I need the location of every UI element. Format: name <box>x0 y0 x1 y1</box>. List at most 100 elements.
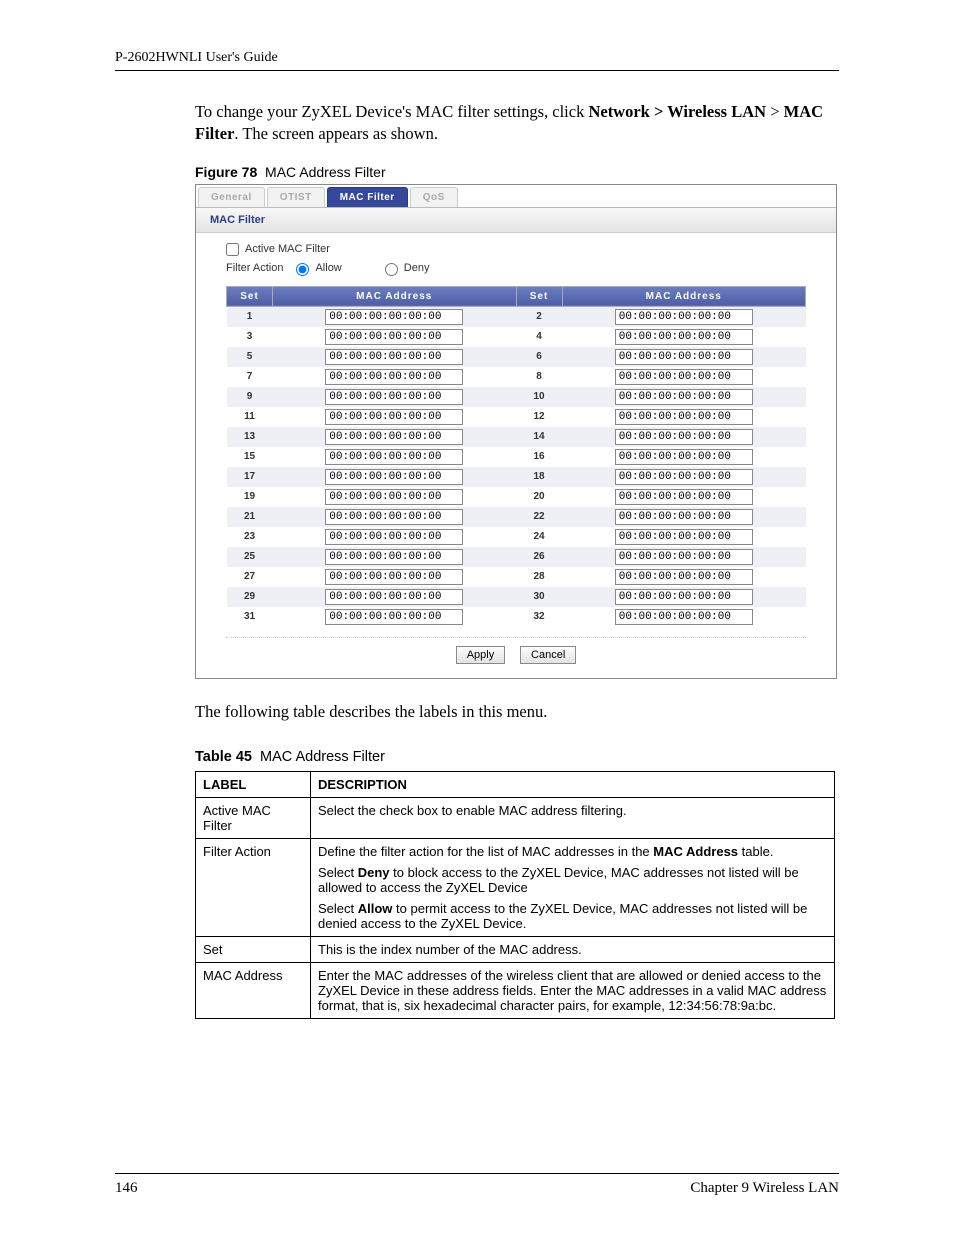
mac-input-7[interactable] <box>325 369 463 385</box>
set-index: 2 <box>516 306 562 327</box>
desc-label: Filter Action <box>196 838 311 936</box>
figure-number: Figure 78 <box>195 164 257 180</box>
mac-input-17[interactable] <box>325 469 463 485</box>
tab-mac-filter[interactable]: MAC Filter <box>327 187 408 207</box>
mac-input-2[interactable] <box>615 309 753 325</box>
mac-input-30[interactable] <box>615 589 753 605</box>
mac-input-18[interactable] <box>615 469 753 485</box>
filter-action-allow-radio[interactable] <box>296 263 309 276</box>
router-ui-frame: GeneralOTISTMAC FilterQoS MAC Filter Act… <box>195 184 837 679</box>
desc-label: Set <box>196 936 311 962</box>
set-index: 4 <box>516 327 562 347</box>
mac-input-27[interactable] <box>325 569 463 585</box>
intro-mid: > <box>766 102 784 121</box>
mac-input-19[interactable] <box>325 489 463 505</box>
mac-address-table: Set MAC Address Set MAC Address 12345678… <box>226 286 806 627</box>
intro-suffix: . The screen appears as shown. <box>234 124 438 143</box>
filter-action-deny-label: Deny <box>404 262 430 274</box>
mac-input-9[interactable] <box>325 389 463 405</box>
set-index: 15 <box>227 447 273 467</box>
mac-input-4[interactable] <box>615 329 753 345</box>
mac-input-11[interactable] <box>325 409 463 425</box>
mac-input-16[interactable] <box>615 449 753 465</box>
chapter-label: Chapter 9 Wireless LAN <box>690 1180 839 1197</box>
desc-row: SetThis is the index number of the MAC a… <box>196 936 835 962</box>
figure-title: MAC Address Filter <box>265 164 386 180</box>
mac-input-24[interactable] <box>615 529 753 545</box>
set-index: 29 <box>227 587 273 607</box>
page-header: P-2602HWNLI User's Guide <box>115 50 839 71</box>
set-index: 23 <box>227 527 273 547</box>
intro-path1: Network > Wireless LAN <box>588 102 766 121</box>
filter-action-deny-radio[interactable] <box>385 263 398 276</box>
mac-input-1[interactable] <box>325 309 463 325</box>
cancel-button[interactable]: Cancel <box>520 646 576 664</box>
mac-row: 56 <box>227 347 806 367</box>
set-index: 11 <box>227 407 273 427</box>
mac-row: 1516 <box>227 447 806 467</box>
mac-input-22[interactable] <box>615 509 753 525</box>
mac-input-31[interactable] <box>325 609 463 625</box>
mac-input-13[interactable] <box>325 429 463 445</box>
mac-row: 25 26 <box>227 547 806 567</box>
mac-input-15[interactable] <box>325 449 463 465</box>
desc-text: This is the index number of the MAC addr… <box>311 936 835 962</box>
tab-otist[interactable]: OTIST <box>267 187 325 207</box>
intro-prefix: To change your ZyXEL Device's MAC filter… <box>195 102 588 121</box>
mac-input-20[interactable] <box>615 489 753 505</box>
set-index: 18 <box>516 467 562 487</box>
desc-label: Active MAC Filter <box>196 797 311 838</box>
mac-row: 1718 <box>227 467 806 487</box>
set-index: 7 <box>227 367 273 387</box>
mac-input-6[interactable] <box>615 349 753 365</box>
page-number: 146 <box>115 1180 138 1197</box>
set-index: 10 <box>516 387 562 407</box>
set-index: 31 <box>227 607 273 627</box>
mac-input-23[interactable] <box>325 529 463 545</box>
mac-row: 1112 <box>227 407 806 427</box>
set-index: 24 <box>516 527 562 547</box>
mac-input-26[interactable] <box>615 549 753 565</box>
mac-input-8[interactable] <box>615 369 753 385</box>
active-mac-filter-checkbox[interactable] <box>226 243 239 256</box>
figure-caption: Figure 78 MAC Address Filter <box>195 164 839 180</box>
set-index: 28 <box>516 567 562 587</box>
after-figure-paragraph: The following table describes the labels… <box>195 701 839 723</box>
mac-input-12[interactable] <box>615 409 753 425</box>
mac-input-10[interactable] <box>615 389 753 405</box>
filter-action-allow-label: Allow <box>315 262 341 274</box>
set-index: 22 <box>516 507 562 527</box>
mac-input-14[interactable] <box>615 429 753 445</box>
mac-row: 910 <box>227 387 806 407</box>
set-index: 27 <box>227 567 273 587</box>
mac-input-29[interactable] <box>325 589 463 605</box>
mac-row: 2122 <box>227 507 806 527</box>
table-title: MAC Address Filter <box>260 749 385 765</box>
mac-input-3[interactable] <box>325 329 463 345</box>
set-index: 5 <box>227 347 273 367</box>
set-index: 1 <box>227 306 273 327</box>
mac-input-21[interactable] <box>325 509 463 525</box>
mac-input-28[interactable] <box>615 569 753 585</box>
set-index: 26 <box>516 547 562 567</box>
mac-input-5[interactable] <box>325 349 463 365</box>
set-index: 20 <box>516 487 562 507</box>
col-mac-left: MAC Address <box>273 286 517 306</box>
set-index: 6 <box>516 347 562 367</box>
set-index: 8 <box>516 367 562 387</box>
desc-row: MAC AddressEnter the MAC addresses of th… <box>196 962 835 1018</box>
col-set-left: Set <box>227 286 273 306</box>
set-index: 25 <box>227 547 273 567</box>
apply-button[interactable]: Apply <box>456 646 506 664</box>
mac-input-32[interactable] <box>615 609 753 625</box>
filter-action-label: Filter Action <box>226 262 283 274</box>
set-index: 3 <box>227 327 273 347</box>
desc-head-label: LABEL <box>196 771 311 797</box>
set-index: 14 <box>516 427 562 447</box>
tab-general[interactable]: General <box>198 187 265 207</box>
col-mac-right: MAC Address <box>562 286 806 306</box>
mac-row: 34 <box>227 327 806 347</box>
mac-input-25[interactable] <box>325 549 463 565</box>
tab-qos[interactable]: QoS <box>410 187 458 207</box>
mac-row: 27 28 <box>227 567 806 587</box>
